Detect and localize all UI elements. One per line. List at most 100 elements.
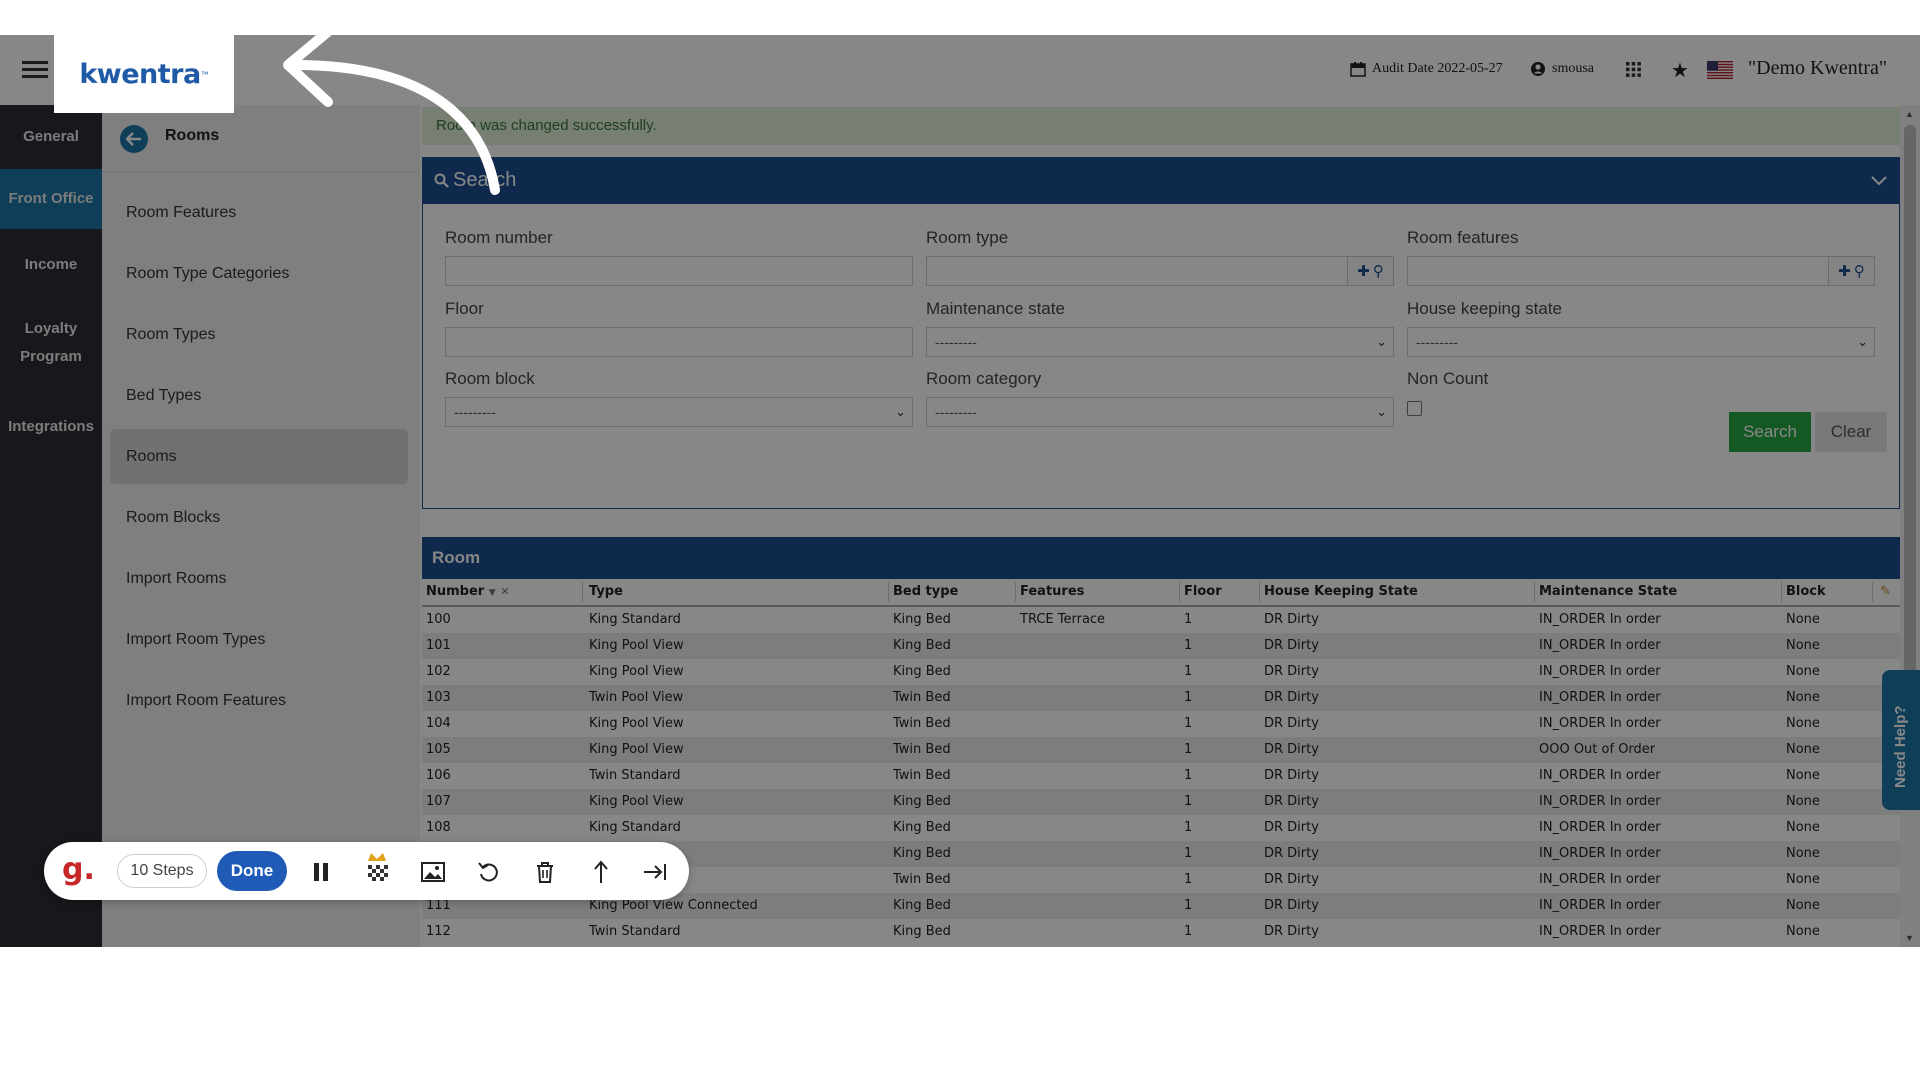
table-row[interactable]: 104 King Pool View Twin Bed 1 DR Dirty IN_ORD… [422,711,1900,737]
cell-type: Twin Standard [589,768,681,783]
room-features-input[interactable] [1407,256,1829,286]
room-type-add-search-button[interactable]: ✚ ⚲ [1348,256,1394,286]
room-number-input[interactable] [445,256,913,286]
pause-icon[interactable] [307,858,335,886]
nav-front-office[interactable]: Front Office [0,169,102,229]
table-row[interactable]: 102 King Pool View King Bed 1 DR Dirty IN_ORD… [422,659,1900,685]
user-menu[interactable]: smousa [1530,61,1594,77]
room-block-select[interactable]: --------- ⌄ [445,397,913,427]
undo-icon[interactable] [475,858,503,886]
cell-bed-type: King Bed [893,846,951,861]
guide-toolbar: g. 10 Steps Done [44,842,689,900]
need-help-tab[interactable]: Need Help? [1882,670,1920,810]
submenu-item-room-blocks[interactable]: Room Blocks [110,490,408,545]
image-icon[interactable] [419,858,447,886]
cell-number: 102 [426,664,451,679]
room-block-value: --------- [454,404,496,420]
cell-maintenance-state: IN_ORDER In order [1539,664,1661,679]
room-features-add-search-button[interactable]: ✚ ⚲ [1829,256,1875,286]
column-header-number[interactable]: Number ▼ ✕ [426,579,509,606]
crown-pattern-icon[interactable] [363,850,391,888]
cell-number: 107 [426,794,451,809]
cell-number: 104 [426,716,451,731]
audit-date[interactable]: Audit Date 2022-05-27 [1350,61,1503,77]
table-row[interactable]: 106 Twin Standard Twin Bed 1 DR Dirty IN_ORDE… [422,763,1900,789]
search-button[interactable]: Search [1729,412,1811,452]
submenu-item-import-rooms[interactable]: Import Rooms [110,551,408,606]
scroll-up-icon[interactable]: ▲ [1905,109,1914,119]
cell-number: 103 [426,690,451,705]
room-category-select[interactable]: --------- ⌄ [926,397,1394,427]
nav-integrations[interactable]: Integrations [0,407,102,447]
chevron-down-icon[interactable] [1871,170,1887,191]
cell-block: None [1786,794,1820,809]
column-header-features[interactable]: Features [1020,579,1084,605]
column-header-house-keeping-state[interactable]: House Keeping State [1264,579,1418,605]
maintenance-state-select[interactable]: --------- ⌄ [926,327,1394,357]
skip-to-end-icon[interactable] [641,858,669,886]
us-flag-icon[interactable] [1707,61,1733,79]
column-header-type[interactable]: Type [589,579,623,605]
cell-maintenance-state: IN_ORDER In order [1539,898,1661,913]
hamburger-menu-icon[interactable] [22,57,48,83]
cell-maintenance-state: IN_ORDER In order [1539,768,1661,783]
house-keeping-state-select[interactable]: --------- ⌄ [1407,327,1875,357]
cell-bed-type: King Bed [893,898,951,913]
trash-icon[interactable] [531,858,559,886]
column-header-block[interactable]: Block [1786,579,1826,605]
non-count-checkbox[interactable] [1407,401,1422,416]
cell-number: 112 [426,924,451,939]
scroll-down-icon[interactable]: ▼ [1905,933,1914,943]
vertical-scrollbar[interactable]: ▲ ▼ [1900,105,1920,947]
column-header-maintenance-state[interactable]: Maintenance State [1539,579,1677,605]
submenu-item-room-type-categories[interactable]: Room Type Categories [110,246,408,301]
room-type-input[interactable] [926,256,1348,286]
submenu-item-bed-types[interactable]: Bed Types [110,368,408,423]
user-circle-icon [1531,62,1545,76]
table-row[interactable]: 101 King Pool View King Bed 1 DR Dirty IN_ORD… [422,633,1900,659]
cell-floor: 1 [1184,664,1193,679]
move-up-icon[interactable] [587,858,615,886]
apps-grid-icon[interactable] [1626,62,1641,77]
kwentra-logo[interactable]: kwentra ™ [54,35,234,113]
submenu-item-import-room-types[interactable]: Import Room Types [110,612,408,667]
submenu-item-rooms[interactable]: Rooms [110,429,408,484]
table-row[interactable]: 108 King Standard King Bed 1 DR Dirty IN_ORDE… [422,815,1900,841]
cell-maintenance-state: IN_ORDER In order [1539,820,1661,835]
done-button[interactable]: Done [217,851,287,891]
cell-house-keeping-state: DR Dirty [1264,820,1319,835]
clear-sort-icon[interactable]: ✕ [500,585,509,598]
back-arrow-icon[interactable] [120,125,148,153]
cell-maintenance-state: IN_ORDER In order [1539,924,1661,939]
cell-house-keeping-state: DR Dirty [1264,872,1319,887]
cell-block: None [1786,820,1820,835]
nav-loyalty-program[interactable]: Loyalty Program [16,315,86,371]
floor-input[interactable] [445,327,913,357]
cell-bed-type: King Bed [893,638,951,653]
table-row[interactable]: 105 King Pool View Twin Bed 1 DR Dirty OOO Ou… [422,737,1900,763]
cell-house-keeping-state: DR Dirty [1264,638,1319,653]
steps-counter[interactable]: 10 Steps [117,854,207,888]
column-header-floor[interactable]: Floor [1184,579,1222,605]
submenu-item-import-room-features[interactable]: Import Room Features [110,673,408,728]
calendar-icon [1350,62,1366,77]
table-row[interactable]: 100 King Standard King Bed TRCE Terrace 1 DR … [422,607,1900,633]
table-row[interactable]: 107 King Pool View King Bed 1 DR Dirty IN_ORD… [422,789,1900,815]
submenu-item-room-types[interactable]: Room Types [110,307,408,362]
nav-income[interactable]: Income [0,245,102,285]
cell-maintenance-state: IN_ORDER In order [1539,612,1661,627]
nav-general[interactable]: General [0,117,102,157]
cell-house-keeping-state: DR Dirty [1264,664,1319,679]
table-row[interactable]: 103 Twin Pool View Twin Bed 1 DR Dirty IN_ORD… [422,685,1900,711]
chevron-down-icon: ⌄ [895,404,906,419]
column-header-bed-type[interactable]: Bed type [893,579,958,605]
room-type-label: Room type [926,228,1009,247]
table-row[interactable]: 112 Twin Standard King Bed 1 DR Dirty IN_ORDE… [422,919,1900,945]
pencil-edit-icon[interactable]: ✎ [1880,579,1891,605]
clear-button[interactable]: Clear [1815,412,1887,452]
cell-block: None [1786,716,1820,731]
star-icon[interactable]: ★ [1671,58,1689,83]
search-panel-header[interactable]: Search [423,158,1899,204]
scrollbar-thumb[interactable] [1904,125,1916,725]
sort-desc-icon[interactable]: ▼ [489,588,496,598]
